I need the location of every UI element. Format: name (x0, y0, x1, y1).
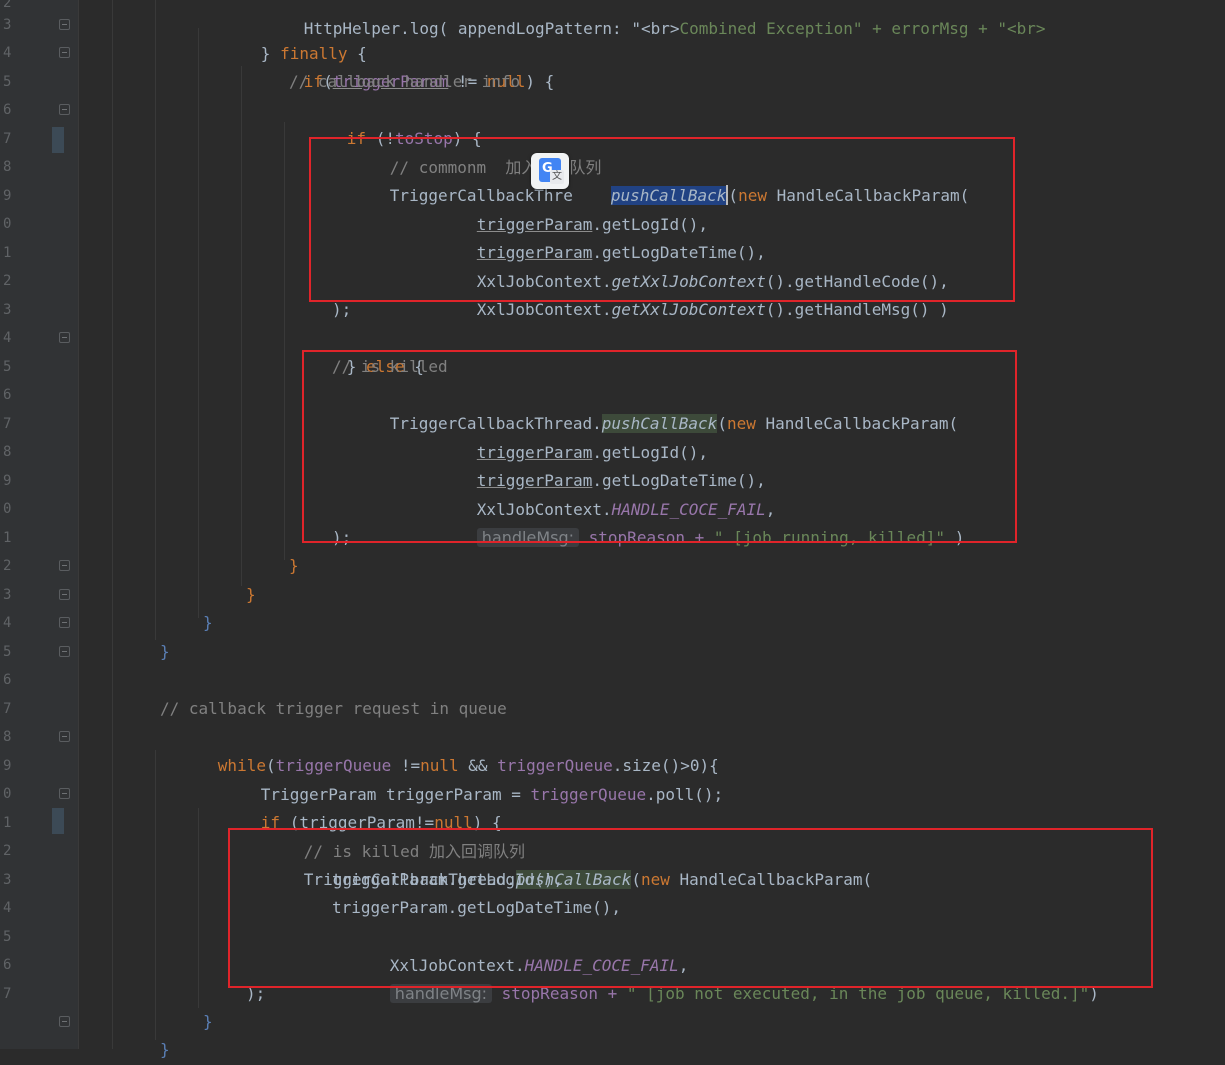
code-area[interactable]: HttpHelper.log( appendLogPattern: "<br>C… (0, 0, 1225, 1059)
indent-guide (155, 750, 156, 1040)
indent-guide (198, 28, 199, 618)
code-token: new (726, 413, 756, 433)
code-token: HandleCallbackParam( (669, 869, 873, 889)
code-line: handleMsg: stopReason + " [job running, … (419, 495, 964, 581)
code-line: } (203, 1012, 213, 1031)
parameter-hint: handleMsg: (389, 983, 493, 1003)
code-line: } (203, 613, 213, 632)
code-line: ); (246, 984, 266, 1003)
code-token: new (640, 869, 670, 889)
code-line: XxlJobContext.getXxlJobContext().getHand… (419, 267, 949, 353)
code-token: " [job not executed, in the job queue, k… (626, 983, 1090, 1003)
code-line: triggerParam.getLogId(), (332, 870, 564, 889)
code-token: getXxlJobContext (611, 299, 766, 319)
code-token: ().getHandleMsg() ) (765, 299, 949, 319)
translate-glyph-icon: 文 (550, 170, 564, 184)
code-token: new (738, 185, 767, 205)
code-line: handleMsg: stopReason + " [job not execu… (332, 951, 1099, 1037)
code-line: ); (332, 300, 352, 319)
indent-guide (284, 122, 285, 560)
code-token: triggerQueue (530, 784, 647, 804)
code-token: ( (631, 869, 641, 889)
code-token: .poll(); (646, 784, 724, 804)
code-comment: // is killed (332, 357, 448, 376)
code-line: triggerParam.getLogDateTime(), (332, 898, 621, 917)
code-token: ( (717, 413, 727, 433)
indent-guide (112, 0, 113, 1049)
code-token: ) (1089, 983, 1099, 1003)
code-line: } (160, 642, 170, 661)
code-token: stopReason + (579, 527, 714, 547)
code-editor[interactable]: 2 3 4 5 6 7 8 9 0 1 2 3 4 5 6 7 8 9 0 1 … (0, 0, 1225, 1059)
code-token: HandleCallbackParam( (766, 185, 970, 205)
code-token: Combined Exception (679, 18, 853, 38)
code-token: " [job running, killed]" (713, 527, 946, 547)
indent-guide (198, 808, 199, 1008)
code-token: stopReason + (492, 983, 627, 1003)
indent-guide (241, 66, 242, 586)
code-token: ) { (525, 71, 555, 91)
code-token: XxlJobContext. (476, 299, 612, 319)
code-line: } (289, 556, 299, 575)
indent-guide (155, 0, 156, 640)
code-token: " + errorMsg + "<br> (852, 18, 1046, 38)
code-line: } (246, 585, 256, 604)
parameter-hint: handleMsg: (476, 527, 580, 547)
code-token: ) (945, 527, 965, 547)
code-token: ( (728, 185, 739, 205)
code-line: } (160, 1040, 170, 1059)
code-line: ); (332, 528, 352, 547)
code-comment: // callback trigger request in queue (160, 699, 507, 718)
code-token: HandleCallbackParam( (755, 413, 959, 433)
code-comment: // callback handler info (289, 72, 521, 91)
translate-icon[interactable]: 文 (531, 153, 569, 189)
